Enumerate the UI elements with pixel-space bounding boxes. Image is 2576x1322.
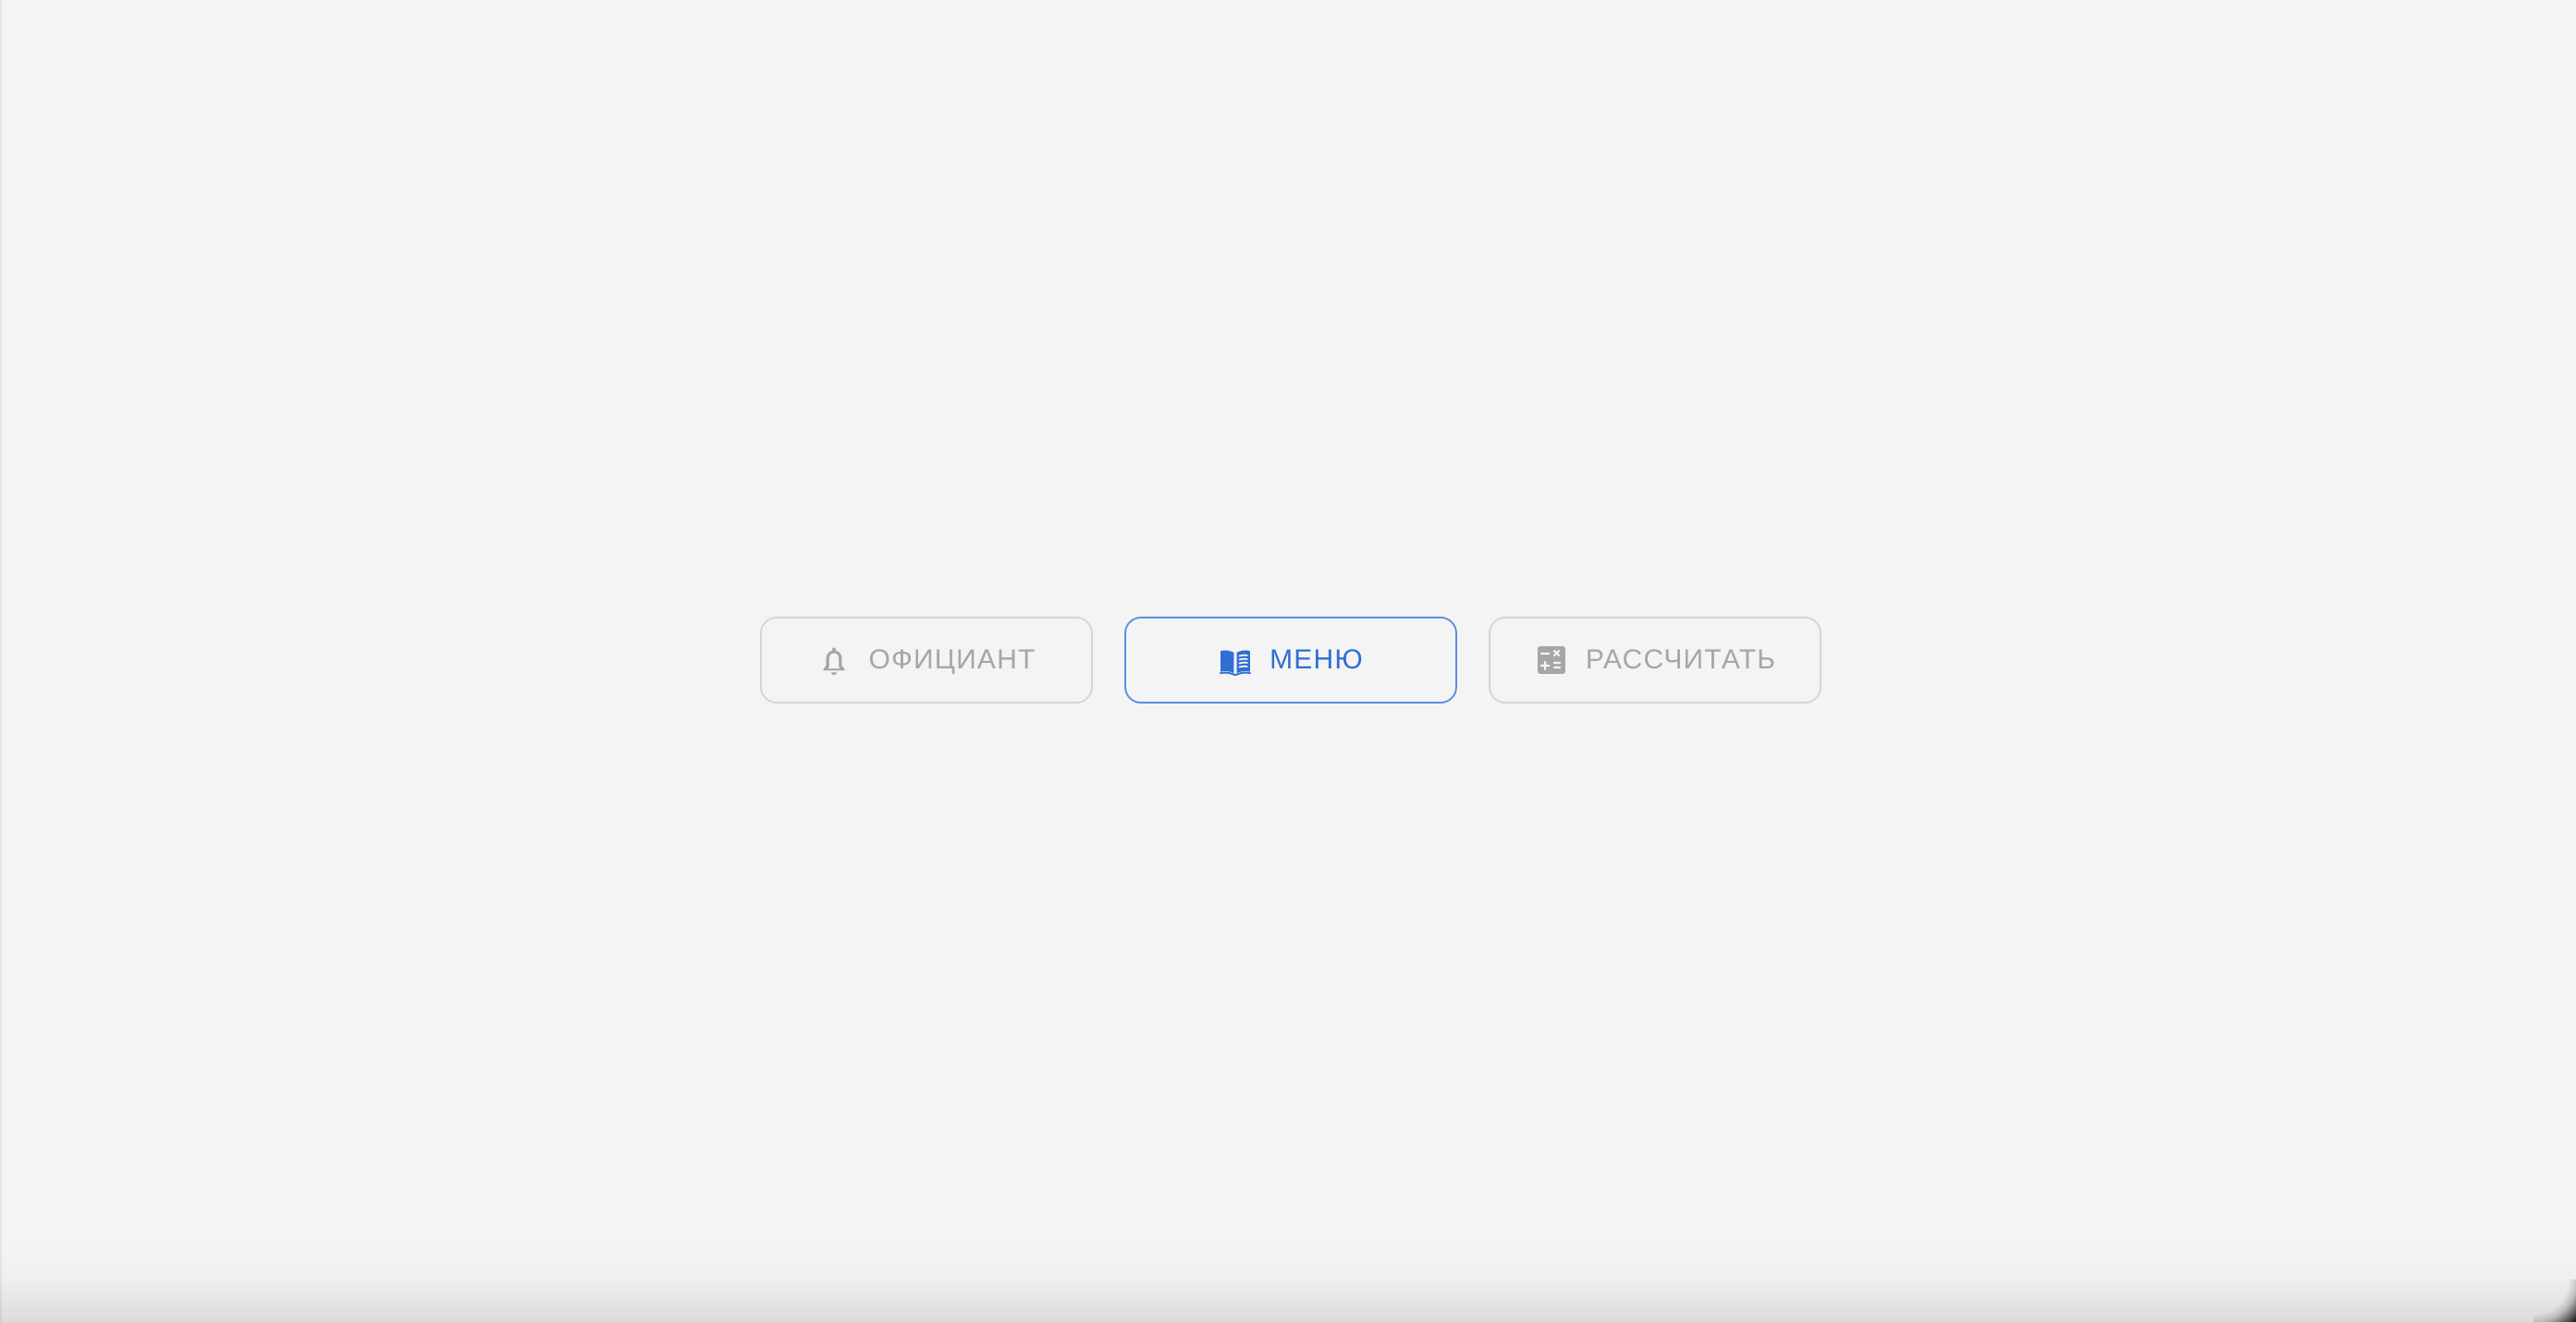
open-book-icon <box>1218 643 1253 678</box>
call-waiter-button[interactable]: ОФИЦИАНТ <box>760 617 1093 704</box>
menu-button[interactable]: МЕНЮ <box>1124 617 1457 704</box>
bottom-shadow <box>0 1239 2576 1322</box>
window-left-edge <box>0 0 2 1322</box>
calculator-icon <box>1534 643 1569 678</box>
window-corner <box>2533 1279 2576 1322</box>
bottom-actions: ОФИЦИАНТ МЕНЮ РАССЧИТАТЬ <box>760 617 1822 704</box>
call-waiter-label: ОФИЦИАНТ <box>868 644 1037 675</box>
bell-icon <box>816 643 852 678</box>
calculate-bill-button[interactable]: РАССЧИТАТЬ <box>1489 617 1822 704</box>
menu-label: МЕНЮ <box>1270 644 1364 675</box>
calculate-bill-label: РАССЧИТАТЬ <box>1585 644 1777 675</box>
